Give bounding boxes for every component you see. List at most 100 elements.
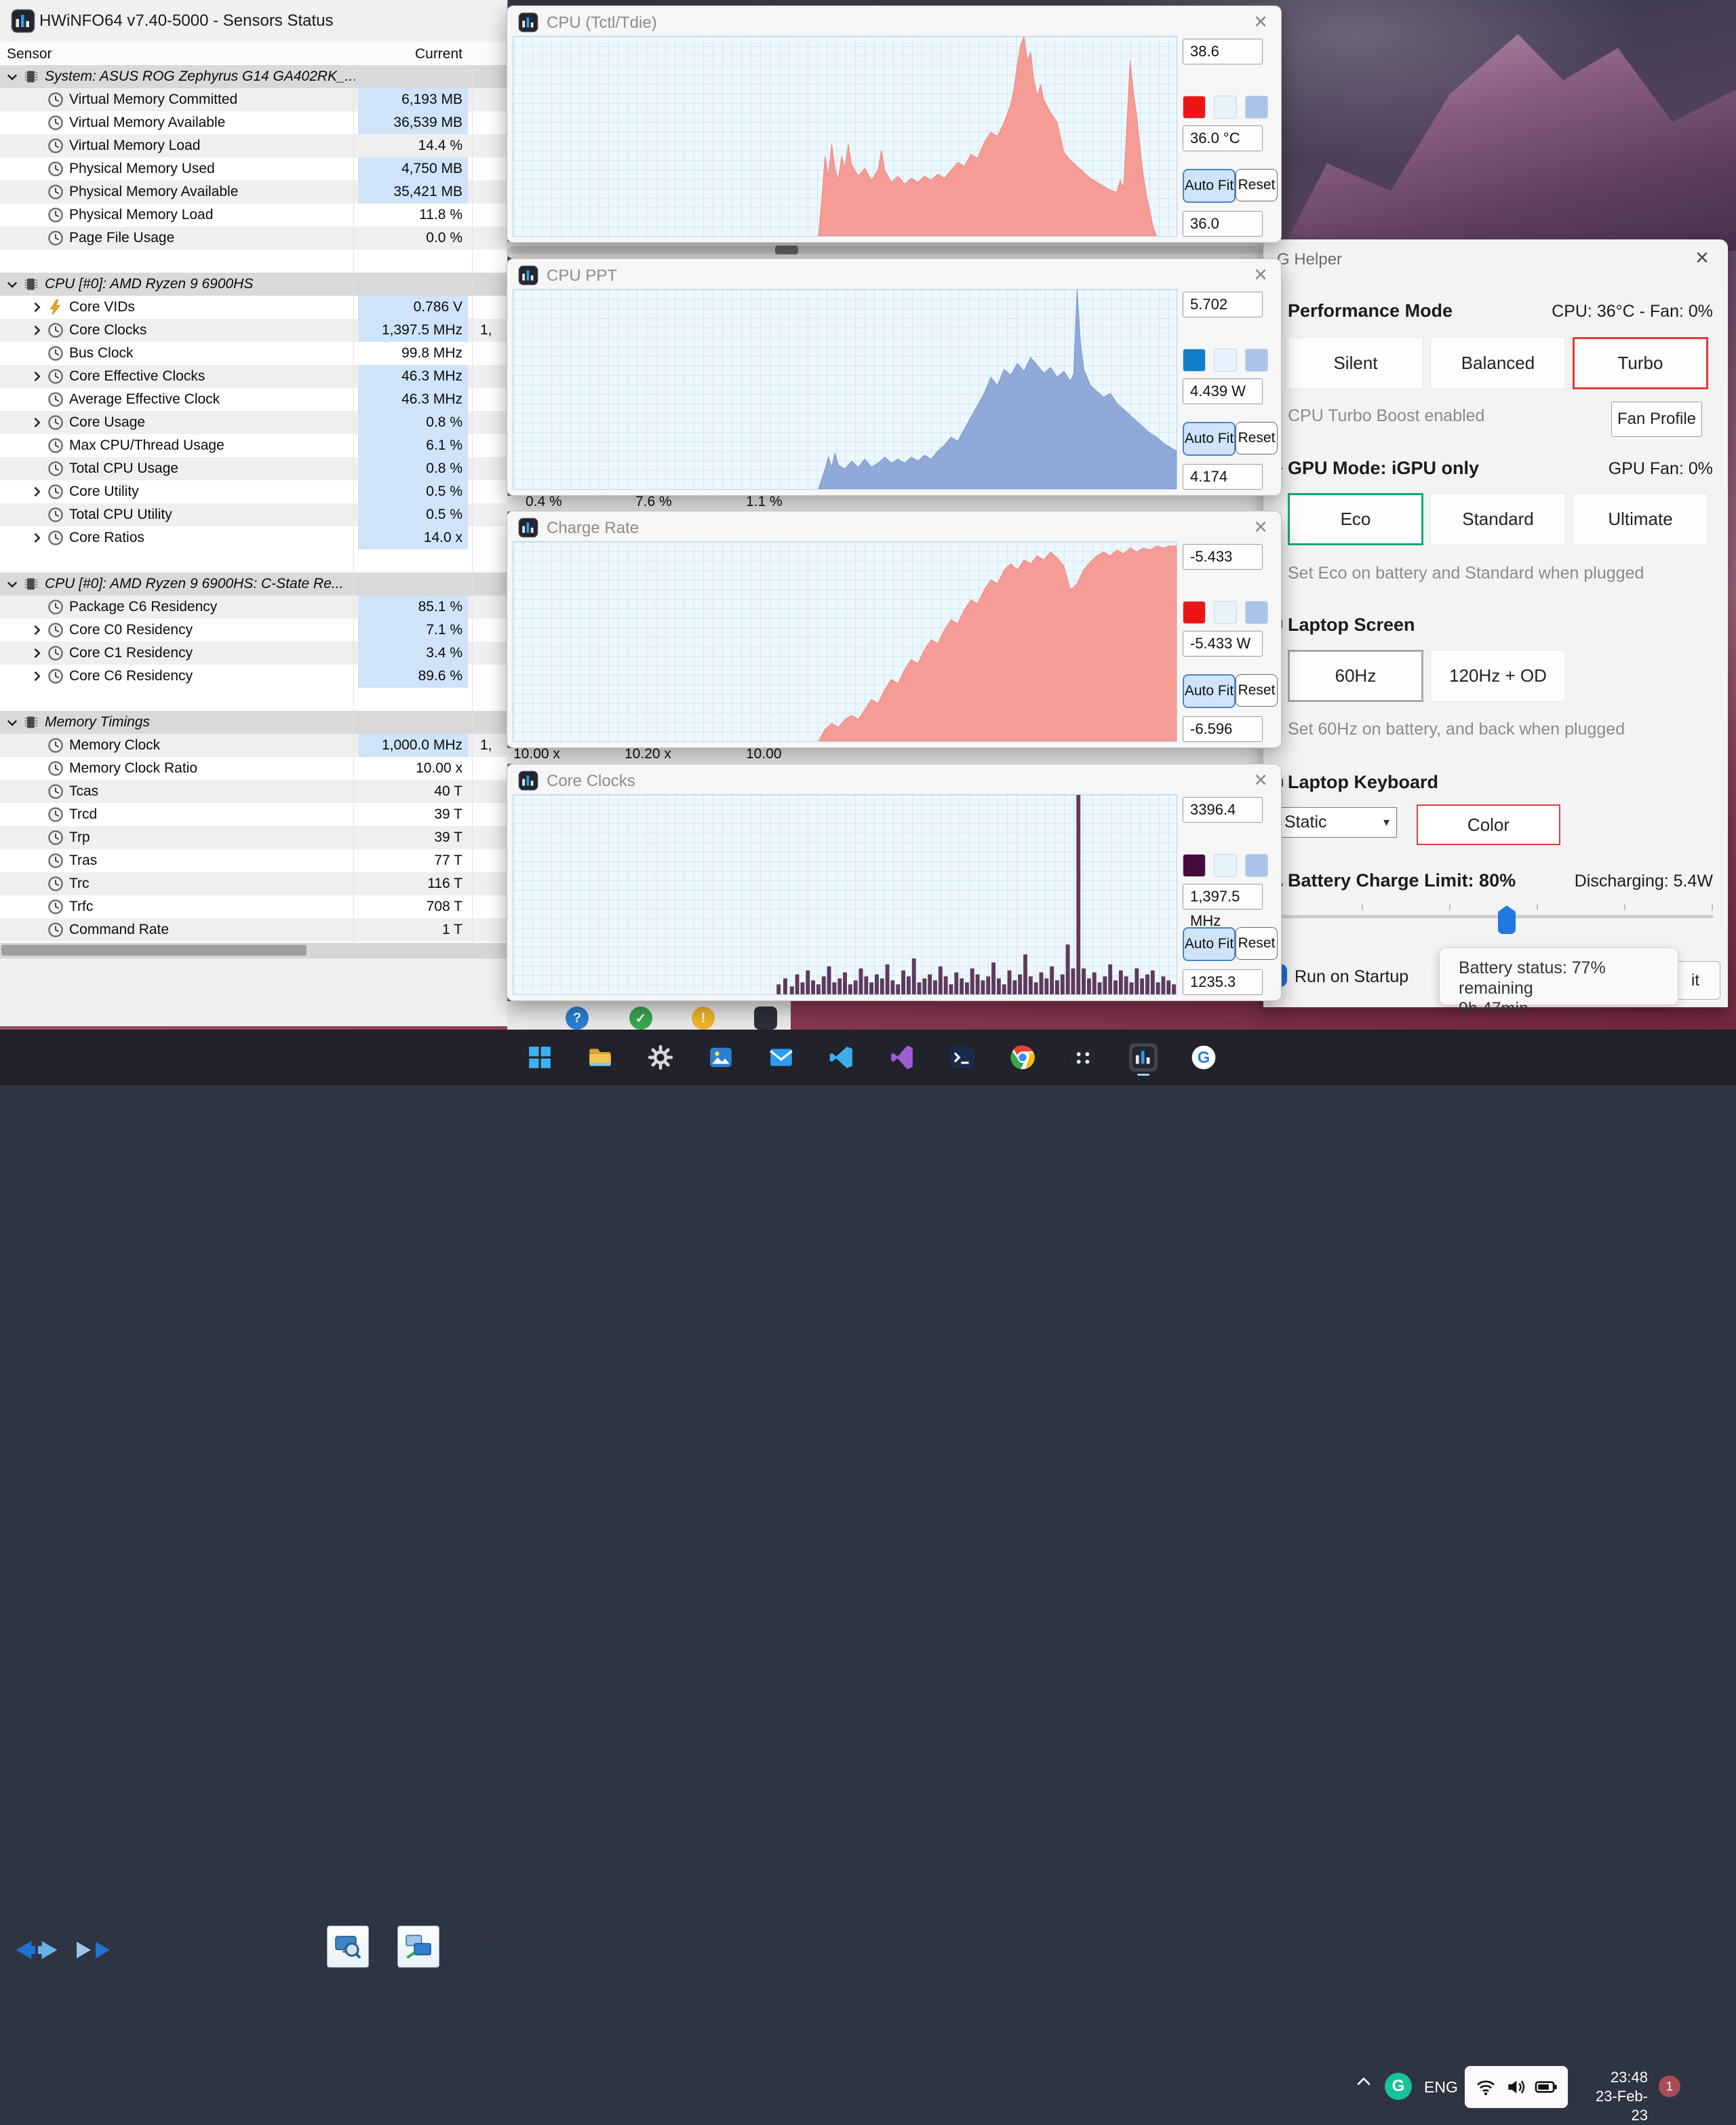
sensor-row[interactable]: Virtual Memory Committed 6,193 MB — [0, 88, 507, 111]
color-button[interactable]: Color — [1417, 804, 1560, 845]
close-icon[interactable]: × — [1254, 766, 1267, 794]
g-app-button[interactable]: G — [1189, 1043, 1218, 1072]
current-value-field[interactable]: -5.433 W — [1183, 631, 1263, 657]
hwinfo-horizontal-scrollbar[interactable] — [0, 943, 507, 958]
sensor-row[interactable]: Memory Clock Ratio 10.00 x — [0, 757, 507, 780]
fan-profile-button[interactable]: Fan Profile — [1611, 402, 1702, 437]
vscode-button[interactable] — [827, 1043, 856, 1072]
series-color-swatch[interactable] — [1183, 854, 1206, 877]
background-scrollbar-sliver[interactable] — [507, 241, 1282, 258]
start-button[interactable] — [526, 1043, 554, 1072]
chevron-right-icon[interactable] — [30, 370, 43, 383]
eco-button[interactable]: Eco — [1288, 493, 1423, 545]
close-icon[interactable]: × — [1254, 261, 1267, 288]
reset-button[interactable]: Reset — [1236, 927, 1278, 960]
scale-max-field[interactable]: -5.433 — [1183, 544, 1263, 570]
remote-desktop-button[interactable] — [1069, 1043, 1097, 1072]
taskbar-clock[interactable]: 23:48 23-Feb-23 — [1580, 2068, 1648, 2125]
reset-button[interactable]: Reset — [1236, 169, 1278, 201]
auto-fit-button[interactable]: Auto Fit — [1183, 422, 1236, 456]
scale-min-field[interactable]: 1235.3 — [1183, 969, 1263, 995]
scale-max-field[interactable]: 3396.4 — [1183, 797, 1263, 823]
terminal-button[interactable] — [948, 1043, 976, 1072]
sensor-section-row[interactable]: Memory Timings — [0, 711, 507, 734]
sensor-row[interactable]: Core C6 Residency 89.6 % — [0, 665, 507, 688]
sensor-row[interactable]: Tcas 40 T — [0, 780, 507, 803]
current-value-field[interactable]: 36.0 °C — [1183, 125, 1263, 151]
sensor-row[interactable]: Tras 77 T — [0, 849, 507, 872]
sensor-row[interactable]: Total CPU Utility 0.5 % — [0, 503, 507, 526]
sensor-row[interactable]: Core Usage 0.8 % — [0, 411, 507, 434]
standard-button[interactable]: Standard — [1430, 493, 1566, 545]
balanced-button[interactable]: Balanced — [1430, 337, 1566, 389]
hwinfo-taskbar-button[interactable] — [1129, 1043, 1158, 1076]
sensor-table-header[interactable]: Sensor Current — [0, 42, 507, 66]
series-color-swatch[interactable] — [1183, 96, 1206, 119]
fast-forward-icon[interactable] — [72, 1937, 119, 1963]
system-tray-group[interactable] — [1465, 2066, 1568, 2108]
sensor-row[interactable]: Virtual Memory Load 14.4 % — [0, 134, 507, 157]
grid-color-swatch[interactable] — [1245, 854, 1268, 877]
keyboard-mode-dropdown[interactable]: Static ▾ — [1274, 807, 1397, 838]
battery-limit-slider-handle[interactable] — [1498, 905, 1516, 934]
close-icon[interactable]: × — [1254, 8, 1267, 35]
sensor-row[interactable]: Max CPU/Thread Usage 6.1 % — [0, 434, 507, 457]
series-color-swatch[interactable] — [1183, 601, 1206, 624]
auto-fit-button[interactable]: Auto Fit — [1183, 169, 1236, 203]
sensor-row[interactable]: Core C0 Residency 7.1 % — [0, 619, 507, 642]
sensor-row[interactable]: Core VIDs 0.786 V — [0, 296, 507, 319]
auto-fit-button[interactable]: Auto Fit — [1183, 927, 1236, 961]
sensor-row[interactable]: Package C6 Residency 85.1 % — [0, 596, 507, 619]
chevron-down-icon[interactable] — [5, 716, 19, 729]
sensor-row[interactable]: Core Clocks 1,397.5 MHz 1, — [0, 319, 507, 342]
close-icon[interactable]: × — [1254, 513, 1267, 541]
chevron-right-icon[interactable] — [30, 623, 43, 637]
auto-fit-button[interactable]: Auto Fit — [1183, 674, 1236, 708]
sensor-row[interactable]: Virtual Memory Available 36,539 MB — [0, 111, 507, 134]
hwinfo-titlebar[interactable]: HWiNFO64 v7.40-5000 - Sensors Status — [0, 0, 507, 43]
sensor-row[interactable]: Bus Clock 99.8 MHz — [0, 342, 507, 365]
screen-magnifier-button[interactable] — [327, 1926, 369, 1968]
sensor-row[interactable]: Core Ratios 14.0 x — [0, 526, 507, 549]
ghelper-close-button[interactable]: × — [1695, 245, 1709, 271]
reset-button[interactable]: Reset — [1236, 422, 1278, 454]
chevron-down-icon[interactable] — [5, 577, 19, 591]
sensor-section-row[interactable]: System: ASUS ROG Zephyrus G14 GA402RK_..… — [0, 65, 507, 88]
grid-color-swatch[interactable] — [1245, 601, 1268, 624]
120hz-button[interactable]: 120Hz + OD — [1430, 650, 1566, 702]
current-value-field[interactable]: 4.439 W — [1183, 378, 1263, 404]
chrome-button[interactable] — [1008, 1043, 1037, 1072]
sliver-thumb[interactable] — [775, 246, 798, 254]
scale-min-field[interactable]: -6.596 — [1183, 716, 1263, 742]
chevron-down-icon[interactable] — [5, 277, 19, 291]
sensor-row[interactable]: Total CPU Usage 0.8 % — [0, 457, 507, 480]
sensor-row[interactable]: Trcd 39 T — [0, 803, 507, 826]
column-header-sensor[interactable]: Sensor — [7, 46, 52, 62]
scale-min-field[interactable]: 36.0 — [1183, 211, 1263, 237]
sensor-row[interactable]: Trfc 708 T — [0, 895, 507, 918]
silent-button[interactable]: Silent — [1288, 337, 1423, 389]
bg-color-swatch[interactable] — [1214, 601, 1237, 624]
sensor-row[interactable]: Page File Usage 0.0 % — [0, 227, 507, 250]
chevron-right-icon[interactable] — [30, 324, 43, 337]
sensor-row[interactable]: Physical Memory Load 11.8 % — [0, 203, 507, 227]
scrollbar-thumb[interactable] — [1, 945, 307, 956]
grid-color-swatch[interactable] — [1245, 349, 1268, 372]
visual-studio-button[interactable] — [888, 1043, 916, 1072]
scale-max-field[interactable]: 5.702 — [1183, 292, 1263, 317]
sensor-row[interactable]: Physical Memory Used 4,750 MB — [0, 157, 507, 180]
remote-monitor-button[interactable] — [397, 1926, 439, 1968]
bg-color-swatch[interactable] — [1214, 854, 1237, 877]
sensor-row[interactable]: Average Effective Clock 46.3 MHz — [0, 388, 507, 411]
sensor-row[interactable]: Trp 39 T — [0, 826, 507, 849]
language-indicator[interactable]: ENG — [1424, 2078, 1458, 2097]
grid-color-swatch[interactable] — [1245, 96, 1268, 119]
notification-badge[interactable]: 1 — [1659, 2075, 1680, 2097]
column-header-current[interactable]: Current — [358, 46, 462, 62]
sensor-row[interactable]: Memory Clock 1,000.0 MHz 1, — [0, 734, 507, 757]
sensor-row[interactable]: Core Effective Clocks 46.3 MHz — [0, 365, 507, 388]
battery-limit-slider[interactable] — [1274, 915, 1714, 918]
file-explorer-button[interactable] — [586, 1043, 614, 1072]
sensor-row[interactable]: Core C1 Residency 3.4 % — [0, 642, 507, 665]
turbo-button[interactable]: Turbo — [1573, 337, 1708, 389]
